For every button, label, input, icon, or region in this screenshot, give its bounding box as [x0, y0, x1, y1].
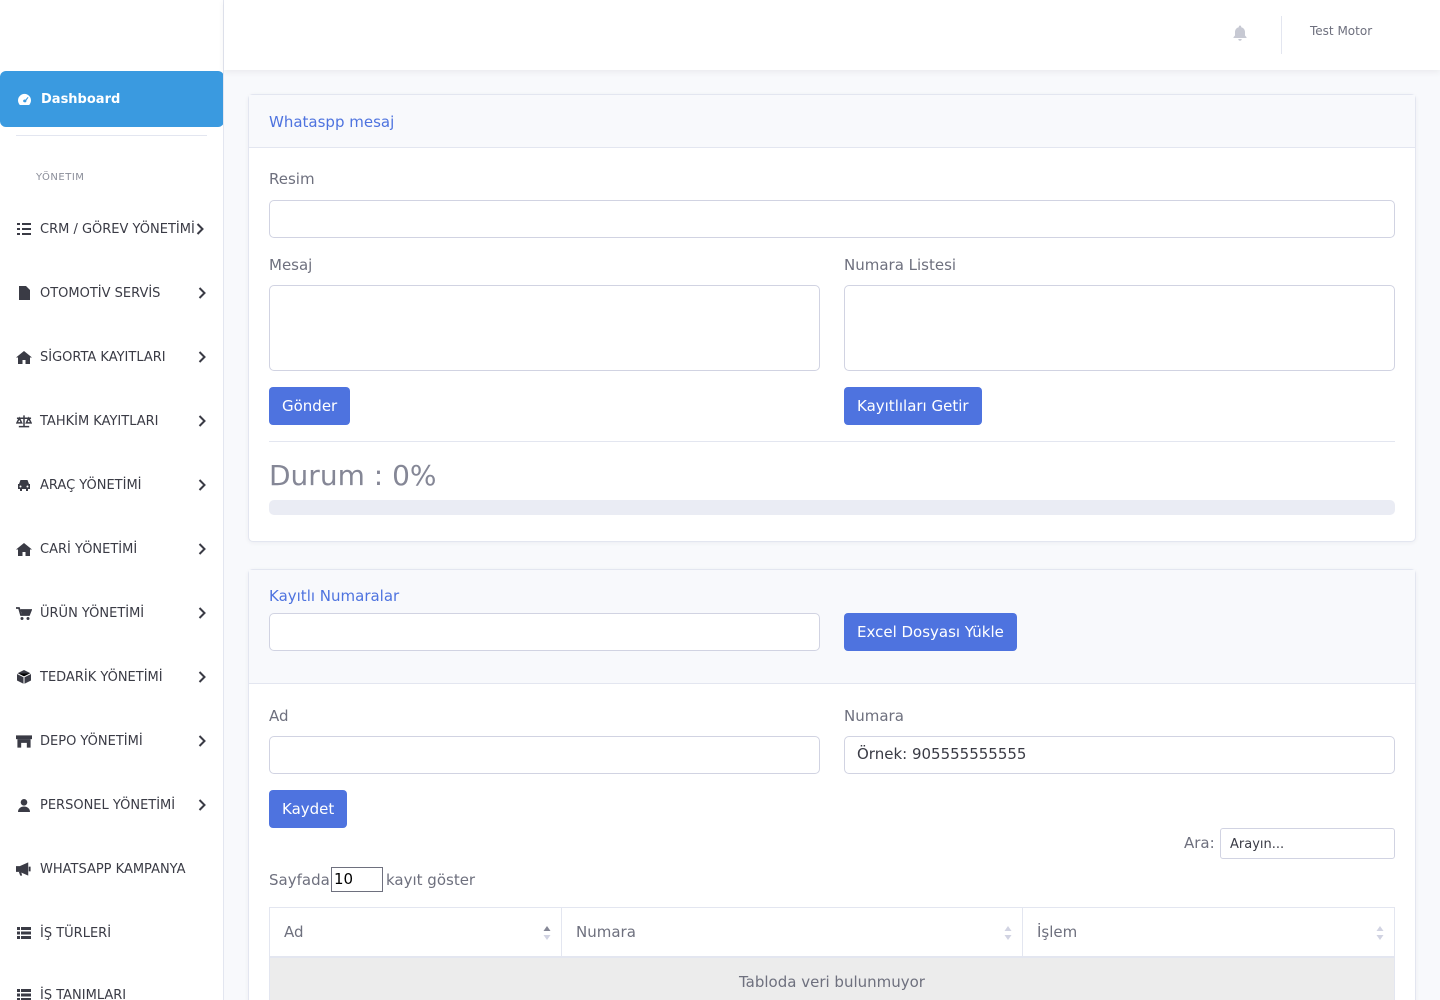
tachometer-icon — [16, 91, 32, 107]
page-size-prefix: Sayfada — [269, 871, 330, 889]
car-icon — [16, 478, 32, 492]
column-header-ad[interactable]: Ad — [270, 908, 562, 956]
sidebar-item-label: PERSONEL YÖNETİMİ — [40, 797, 176, 813]
page-size-select[interactable]: 10 — [331, 867, 383, 892]
cart-icon — [16, 606, 32, 620]
search-label: Ara: — [1184, 834, 1215, 852]
sidebar-item-whatsapp[interactable]: WHATSAPP KAMPANYA — [0, 849, 223, 889]
chevron-right-icon — [198, 671, 206, 687]
sidebar-item-tedarik[interactable]: TEDARİK YÖNETİMİ — [0, 657, 223, 697]
sidebar-item-is-tanimlari[interactable]: İŞ TANIMLARI — [0, 975, 223, 1000]
message-label: Mesaj — [269, 256, 313, 274]
saved-numbers-table: Ad Numara İşlem Tabloda veri bulunmuyor — [269, 907, 1395, 1000]
section-divider — [269, 441, 1395, 442]
sidebar-item-urun[interactable]: ÜRÜN YÖNETİMİ — [0, 593, 223, 633]
sidebar-item-label: ÜRÜN YÖNETİMİ — [40, 605, 145, 621]
sidebar-item-label: TAHKİM KAYITLARI — [40, 413, 159, 429]
status-progress — [269, 500, 1395, 515]
sidebar: Dashboard YÖNETIM CRM / GÖREV YÖNETİMİ O… — [0, 0, 224, 1000]
sidebar-item-label: WHATSAPP KAMPANYA — [40, 861, 186, 877]
name-input[interactable] — [269, 736, 820, 774]
user-icon — [16, 798, 32, 812]
sidebar-item-arac[interactable]: ARAÇ YÖNETİMİ — [0, 465, 223, 505]
card-header: Whataspp mesaj — [249, 95, 1415, 148]
number-list-label: Numara Listesi — [844, 256, 957, 274]
sidebar-item-crm[interactable]: CRM / GÖREV YÖNETİMİ — [0, 209, 223, 249]
column-header-label: Numara — [576, 923, 636, 941]
sidebar-item-label: SİGORTA KAYITLARI — [40, 349, 166, 365]
sidebar-item-label: CRM / GÖREV YÖNETİMİ — [40, 221, 195, 237]
box-icon — [16, 670, 32, 684]
column-header-numara[interactable]: Numara — [562, 908, 1023, 956]
sidebar-divider — [16, 135, 207, 136]
number-label: Numara — [844, 707, 904, 725]
chevron-right-icon — [198, 351, 206, 367]
card-title: Whataspp mesaj — [269, 113, 395, 131]
sidebar-heading: YÖNETIM — [36, 172, 85, 183]
name-label: Ad — [269, 707, 289, 725]
chevron-right-icon — [198, 735, 206, 751]
card-title: Kayıtlı Numaralar — [269, 587, 400, 605]
image-label: Resim — [269, 170, 315, 188]
topbar-divider — [1281, 16, 1282, 54]
number-input[interactable]: Örnek: 905555555555 — [844, 736, 1395, 774]
sidebar-item-label: İŞ TANIMLARI — [40, 987, 127, 1000]
list-icon — [16, 988, 32, 1000]
page-size-suffix: kayıt göster — [386, 871, 476, 889]
sidebar-item-label: OTOMOTİV SERVİS — [40, 285, 161, 301]
chevron-right-icon — [198, 799, 206, 815]
column-header-islem[interactable]: İşlem — [1023, 908, 1394, 956]
topbar: Test Motor — [224, 0, 1440, 70]
number-list-textarea[interactable] — [844, 285, 1395, 371]
sidebar-item-otomotiv[interactable]: OTOMOTİV SERVİS — [0, 273, 223, 313]
excel-upload-button[interactable]: Excel Dosyası Yükle — [844, 613, 1017, 651]
column-header-label: Ad — [284, 923, 304, 941]
sidebar-item-depo[interactable]: DEPO YÖNETİMİ — [0, 721, 223, 761]
column-header-label: İşlem — [1037, 923, 1078, 941]
table-empty-row: Tabloda veri bulunmuyor — [270, 958, 1394, 1000]
status-text: Durum : 0% — [269, 459, 437, 492]
excel-file-input[interactable] — [269, 613, 820, 651]
chevron-right-icon — [198, 543, 206, 559]
image-input[interactable] — [269, 200, 1395, 238]
sidebar-item-cari[interactable]: CARİ YÖNETİMİ — [0, 529, 223, 569]
chevron-right-icon — [198, 415, 206, 431]
sidebar-item-is-turleri[interactable]: İŞ TÜRLERİ — [0, 913, 223, 953]
balance-scale-icon — [16, 414, 32, 428]
tasks-icon — [16, 222, 32, 236]
file-icon — [16, 286, 32, 300]
table-header: Ad Numara İşlem — [270, 908, 1394, 958]
sort-icon — [1376, 924, 1384, 942]
sidebar-item-label: TEDARİK YÖNETİMİ — [40, 669, 163, 685]
store-icon — [16, 734, 32, 748]
user-name[interactable]: Test Motor — [1310, 24, 1372, 38]
search-input[interactable]: Arayın... — [1220, 828, 1395, 859]
chevron-right-icon — [196, 223, 204, 239]
sidebar-item-label: CARİ YÖNETİMİ — [40, 541, 138, 557]
send-button[interactable]: Gönder — [269, 387, 351, 425]
home-icon — [16, 542, 32, 556]
sort-icon — [1004, 924, 1012, 942]
sidebar-item-personel[interactable]: PERSONEL YÖNETİMİ — [0, 785, 223, 825]
home-icon — [16, 350, 32, 364]
list-icon — [16, 926, 32, 940]
sidebar-item-label: İŞ TÜRLERİ — [40, 925, 112, 941]
bell-icon[interactable] — [1232, 25, 1248, 41]
sidebar-item-label: ARAÇ YÖNETİMİ — [40, 477, 142, 493]
sidebar-item-tahkim[interactable]: TAHKİM KAYITLARI — [0, 401, 223, 441]
save-button[interactable]: Kaydet — [269, 790, 348, 828]
sidebar-brand — [0, 0, 223, 70]
sidebar-item-dashboard-label: Dashboard — [41, 91, 121, 107]
sidebar-item-dashboard[interactable]: Dashboard — [0, 71, 223, 127]
chevron-right-icon — [198, 287, 206, 303]
sort-asc-icon — [543, 924, 551, 942]
sidebar-item-label: DEPO YÖNETİMİ — [40, 733, 143, 749]
chevron-right-icon — [198, 607, 206, 623]
megaphone-icon — [16, 862, 32, 876]
fetch-saved-button[interactable]: Kayıtlıları Getir — [844, 387, 982, 425]
chevron-right-icon — [198, 479, 206, 495]
sidebar-item-sigorta[interactable]: SİGORTA KAYITLARI — [0, 337, 223, 377]
message-textarea[interactable] — [269, 285, 820, 371]
